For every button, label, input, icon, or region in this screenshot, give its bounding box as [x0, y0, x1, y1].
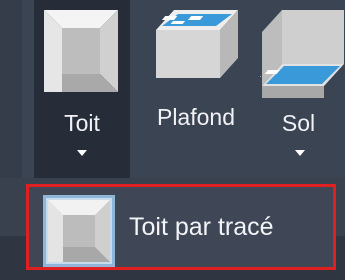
roof-by-footprint-icon — [43, 195, 115, 267]
floor-label: Sol — [281, 110, 316, 136]
roof-dropdown-menu: Toit par tracé — [0, 178, 345, 280]
roof-label: Toit — [64, 110, 100, 136]
ribbon-left-edge — [0, 0, 22, 178]
ceiling-button[interactable]: Plafond — [136, 0, 256, 178]
roof-by-footprint-menu-item[interactable]: Toit par tracé — [26, 184, 336, 270]
ceiling-label: Plafond — [156, 104, 235, 130]
floor-icon — [238, 8, 345, 109]
ceiling-icon — [154, 8, 240, 85]
roof-by-footprint-label: Toit par tracé — [129, 213, 274, 241]
chevron-down-icon[interactable] — [77, 150, 87, 156]
roof-button[interactable]: Toit — [34, 0, 130, 178]
chevron-down-icon[interactable] — [294, 150, 305, 156]
floor-button[interactable]: Sol — [238, 0, 345, 178]
ribbon-panel: Toit Plafond Sol — [0, 0, 345, 178]
roof-icon — [44, 8, 120, 101]
